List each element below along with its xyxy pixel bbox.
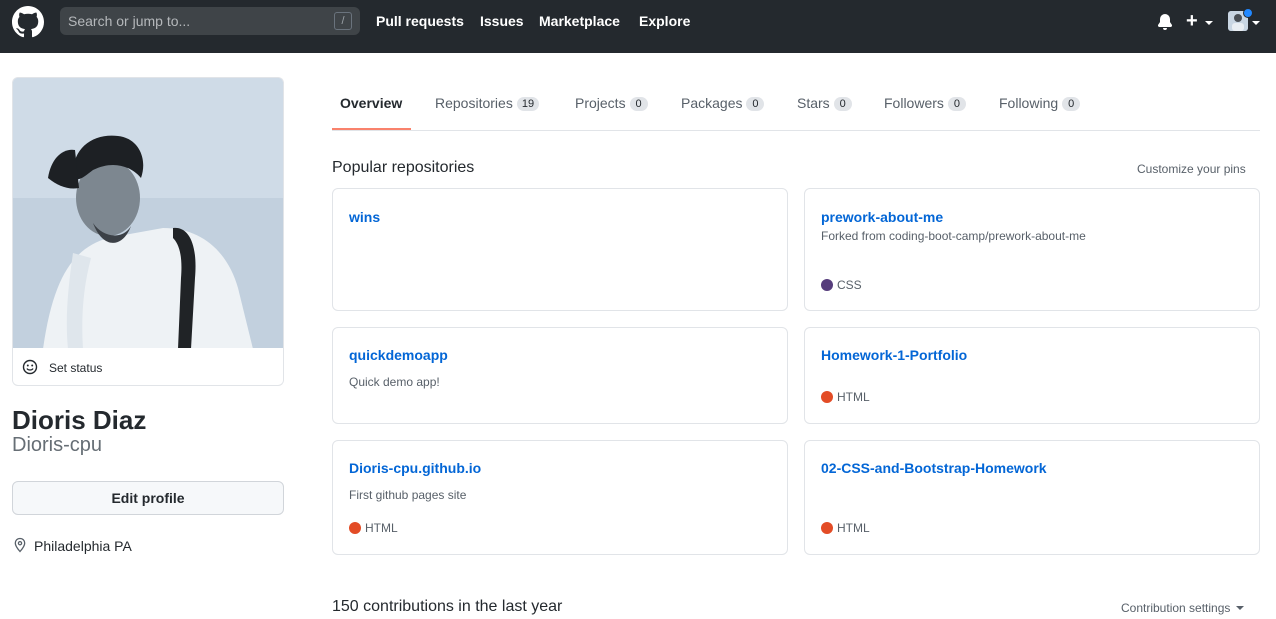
github-logo-icon[interactable] xyxy=(12,6,44,38)
repo-name-link[interactable]: Homework-1-Portfolio xyxy=(821,347,967,363)
popular-repositories-heading: Popular repositories xyxy=(332,159,475,176)
customize-pins-link[interactable]: Customize your pins xyxy=(1137,162,1246,176)
tab-label: Packages xyxy=(681,95,743,111)
tab-label: Followers xyxy=(884,95,944,111)
tab-counter: 0 xyxy=(746,97,765,111)
repo-language-label: HTML xyxy=(365,521,398,535)
profile-photo xyxy=(13,78,283,348)
keyboard-shortcut-hint: / xyxy=(334,12,352,30)
repo-name-link[interactable]: wins xyxy=(349,209,380,225)
tab-overview[interactable]: Overview xyxy=(340,95,402,111)
tab-repositories[interactable]: Repositories 19 xyxy=(435,95,540,111)
tab-label: Stars xyxy=(797,95,830,111)
repo-language: HTML xyxy=(821,390,870,404)
repo-card: quickdemoapp Quick demo app! xyxy=(332,327,788,424)
repo-card: wins xyxy=(332,188,788,311)
tab-counter: 19 xyxy=(516,97,540,111)
tab-counter: 0 xyxy=(629,97,648,111)
repo-card: 02-CSS-and-Bootstrap-Homework HTML xyxy=(804,440,1260,555)
profile-username: Dioris-cpu xyxy=(12,434,103,456)
nav-issues[interactable]: Issues xyxy=(480,13,524,29)
language-color-dot xyxy=(821,522,833,534)
repo-language-label: HTML xyxy=(837,390,870,404)
repo-card: Homework-1-Portfolio HTML xyxy=(804,327,1260,424)
tab-counter: 0 xyxy=(1062,97,1081,111)
repo-language: CSS xyxy=(821,278,862,292)
tab-label: Repositories xyxy=(435,95,513,111)
notification-indicator xyxy=(1243,8,1253,18)
global-header: Search or jump to... / Pull requests Iss… xyxy=(0,0,1276,53)
repo-name-link[interactable]: prework-about-me xyxy=(821,209,943,225)
profile-avatar[interactable] xyxy=(12,77,284,348)
create-new-icon[interactable]: + xyxy=(1186,10,1198,32)
user-menu-chevron-down-icon[interactable] xyxy=(1252,21,1260,25)
repo-description: First github pages site xyxy=(349,488,467,502)
active-tab-indicator xyxy=(332,128,411,130)
language-color-dot xyxy=(349,522,361,534)
tab-label: Projects xyxy=(575,95,626,111)
set-status-button[interactable]: Set status xyxy=(12,348,284,386)
contribution-settings-dropdown[interactable]: Contribution settings xyxy=(1121,601,1244,615)
search-input[interactable]: Search or jump to... / xyxy=(60,7,360,35)
smiley-icon xyxy=(22,359,38,375)
tab-stars[interactable]: Stars 0 xyxy=(797,95,852,111)
nav-marketplace[interactable]: Marketplace xyxy=(539,13,620,29)
repo-language-label: CSS xyxy=(837,278,862,292)
repo-description: Quick demo app! xyxy=(349,375,440,389)
repo-card: prework-about-me Forked from coding-boot… xyxy=(804,188,1260,311)
nav-pull-requests[interactable]: Pull requests xyxy=(376,13,464,29)
tab-following[interactable]: Following 0 xyxy=(999,95,1081,111)
tab-packages[interactable]: Packages 0 xyxy=(681,95,765,111)
repo-name-link[interactable]: 02-CSS-and-Bootstrap-Homework xyxy=(821,460,1047,476)
location-pin-icon xyxy=(14,537,26,553)
tab-label: Following xyxy=(999,95,1059,111)
tab-followers[interactable]: Followers 0 xyxy=(884,95,966,111)
create-new-chevron-down-icon[interactable] xyxy=(1205,21,1213,25)
search-placeholder: Search or jump to... xyxy=(68,13,191,29)
repo-fork-source: Forked from coding-boot-camp/prework-abo… xyxy=(821,229,1086,243)
contributions-summary: 150 contributions in the last year xyxy=(332,598,563,615)
repo-language-label: HTML xyxy=(837,521,870,535)
tab-projects[interactable]: Projects 0 xyxy=(575,95,648,111)
repo-card: Dioris-cpu.github.io First github pages … xyxy=(332,440,788,555)
tab-counter: 0 xyxy=(833,97,852,111)
set-status-label: Set status xyxy=(49,361,103,375)
chevron-down-icon xyxy=(1235,606,1244,610)
profile-name: Dioris Diaz xyxy=(12,405,147,435)
repo-name-link[interactable]: Dioris-cpu.github.io xyxy=(349,460,481,476)
tab-counter: 0 xyxy=(947,97,966,111)
repo-name-link[interactable]: quickdemoapp xyxy=(349,347,448,363)
repo-language: HTML xyxy=(349,521,398,535)
contribution-settings-label: Contribution settings xyxy=(1121,601,1231,615)
bell-icon[interactable] xyxy=(1157,14,1173,30)
nav-explore[interactable]: Explore xyxy=(639,13,690,29)
profile-tabs: Overview Repositories 19 Projects 0 Packag… xyxy=(332,77,1260,131)
profile-location: Philadelphia PA xyxy=(34,538,132,554)
tab-label: Overview xyxy=(340,95,403,111)
language-color-dot xyxy=(821,279,833,291)
language-color-dot xyxy=(821,391,833,403)
repo-language: HTML xyxy=(821,521,870,535)
edit-profile-button[interactable]: Edit profile xyxy=(12,481,284,515)
